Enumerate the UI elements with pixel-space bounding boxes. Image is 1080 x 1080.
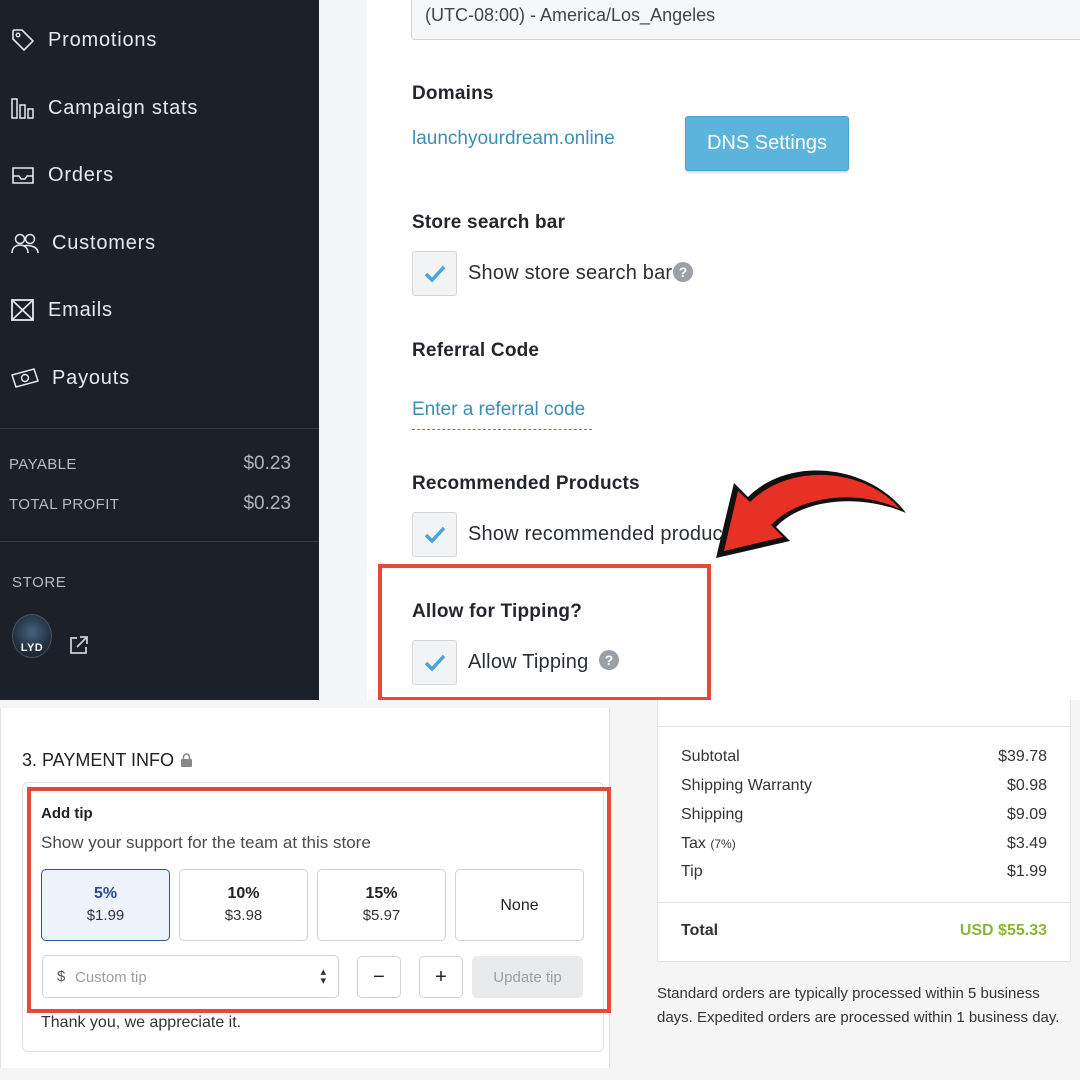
- sidebar-item-label: Orders: [48, 163, 114, 186]
- summary-row-subtotal: Subtotal $39.78: [681, 748, 1047, 766]
- summary-label: Tax: [681, 835, 706, 852]
- total-value: USD $55.33: [959, 922, 1047, 939]
- processing-note: Standard orders are typically processed …: [657, 985, 1060, 1026]
- store-settings-screenshot: Promotions Campaign stats Orders Custome…: [0, 0, 1080, 700]
- payment-title-text: 3. PAYMENT INFO: [22, 750, 175, 770]
- check-icon: [424, 265, 445, 283]
- sidebar-item-orders[interactable]: Orders: [10, 155, 114, 195]
- add-tip-highlight-box: [27, 787, 611, 1013]
- sidebar-item-label: Promotions: [48, 28, 158, 51]
- summary-row-warranty: Shipping Warranty $0.98: [681, 777, 1047, 795]
- summary-label: Subtotal: [681, 748, 740, 765]
- recommended-title: Recommended Products: [412, 473, 640, 494]
- summary-value: $0.98: [1006, 777, 1047, 794]
- tip-thanks-text: Thank you, we appreciate it.: [41, 1014, 242, 1031]
- summary-label: Tip: [681, 863, 703, 880]
- inbox-icon: [12, 167, 34, 184]
- lock-icon: [181, 753, 193, 767]
- store-logo[interactable]: LYD: [12, 614, 52, 658]
- summary-row-tip: Tip $1.99: [681, 863, 1047, 881]
- timezone-value: (UTC-08:00) - America/Los_Angeles: [425, 5, 716, 25]
- search-bar-checkbox[interactable]: [412, 251, 457, 296]
- bar-chart-icon: [11, 98, 34, 119]
- sidebar-item-label: Emails: [48, 298, 113, 321]
- total-profit-value: $0.23: [243, 493, 291, 514]
- store-label: STORE: [12, 574, 67, 591]
- summary-row-tax: Tax (7%) $3.49: [681, 835, 1047, 853]
- checkout-screenshot: 3. PAYMENT INFO Add tip Show your suppor…: [0, 700, 1080, 1080]
- total-label: Total: [681, 922, 719, 939]
- payable-value: $0.23: [243, 453, 291, 474]
- domains-title: Domains: [412, 83, 494, 104]
- sidebar-item-label: Campaign stats: [48, 96, 199, 119]
- external-link-icon[interactable]: [68, 634, 90, 656]
- summary-label: Shipping: [681, 806, 744, 823]
- summary-value: $9.09: [1006, 806, 1047, 823]
- sidebar-item-campaign-stats[interactable]: Campaign stats: [10, 88, 198, 128]
- search-bar-label: Show store search bar: [468, 262, 673, 284]
- summary-value: $1.99: [1006, 863, 1047, 880]
- domain-link[interactable]: launchyourdream.online: [412, 128, 615, 150]
- recommended-checkbox[interactable]: [412, 512, 457, 557]
- search-bar-title: Store search bar: [412, 212, 566, 233]
- summary-divider: [657, 726, 1071, 727]
- referral-title: Referral Code: [412, 340, 540, 361]
- payable-label: PAYABLE: [9, 456, 77, 473]
- referral-code-input[interactable]: [412, 390, 592, 430]
- store-logo-text: LYD: [20, 642, 44, 654]
- sidebar-item-label: Customers: [52, 231, 156, 254]
- tax-rate: (7%): [710, 837, 736, 851]
- curved-arrow-icon: [716, 470, 906, 558]
- payment-section-title: 3. PAYMENT INFO: [22, 750, 193, 771]
- sidebar-item-customers[interactable]: Customers: [10, 223, 156, 263]
- money-icon: [11, 368, 39, 388]
- sidebar: Promotions Campaign stats Orders Custome…: [0, 0, 319, 700]
- sidebar-item-emails[interactable]: Emails: [10, 290, 113, 330]
- sidebar-item-promotions[interactable]: Promotions: [10, 20, 157, 60]
- check-icon: [424, 526, 445, 544]
- sidebar-divider: [0, 541, 319, 542]
- tipping-highlight-box: [378, 564, 711, 700]
- users-icon: [11, 233, 39, 254]
- summary-value: $39.78: [998, 748, 1047, 765]
- summary-divider: [657, 902, 1071, 903]
- sidebar-divider: [0, 428, 319, 429]
- summary-value: $3.49: [1006, 835, 1047, 852]
- sidebar-item-label: Payouts: [52, 366, 130, 389]
- tag-icon: [12, 29, 35, 52]
- envelope-icon: [11, 299, 34, 321]
- summary-row-shipping: Shipping $9.09: [681, 806, 1047, 824]
- help-icon[interactable]: ?: [673, 262, 693, 282]
- sidebar-item-payouts[interactable]: Payouts: [10, 358, 130, 398]
- content-gutter: [319, 0, 367, 700]
- dns-settings-button[interactable]: DNS Settings: [685, 116, 849, 171]
- total-profit-label: TOTAL PROFIT: [9, 496, 120, 513]
- summary-label: Shipping Warranty: [681, 777, 813, 794]
- timezone-select[interactable]: (UTC-08:00) - America/Los_Angeles: [411, 0, 1080, 40]
